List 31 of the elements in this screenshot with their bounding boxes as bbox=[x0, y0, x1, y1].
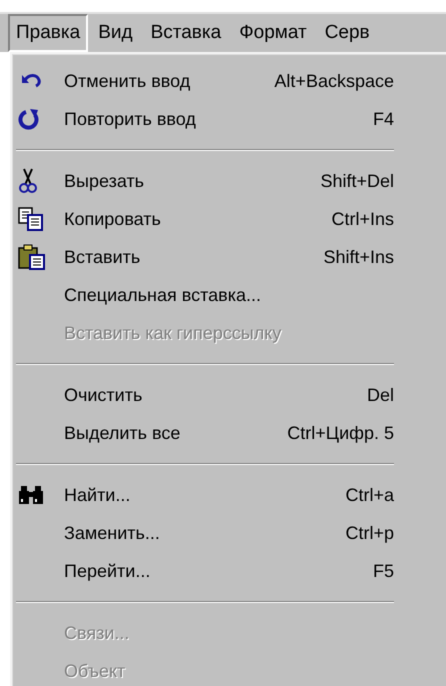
binoculars-icon bbox=[18, 485, 44, 505]
clipboard-icon bbox=[18, 244, 46, 270]
menu-item[interactable]: Заменить... Ctrl+p bbox=[16, 514, 394, 552]
menu-bar-item[interactable]: Формат bbox=[231, 14, 315, 52]
redo-arrow-icon bbox=[18, 108, 40, 130]
shortcut-label: Ctrl+Ins bbox=[331, 208, 394, 230]
shortcut-label: F4 bbox=[372, 108, 394, 130]
menu-item[interactable]: Вставить Shift+Ins bbox=[16, 238, 394, 276]
menu-item[interactable]: Вырезать Shift+Del bbox=[16, 162, 394, 200]
menu-bar-item[interactable]: Вид bbox=[90, 14, 141, 52]
shortcut-label: Del bbox=[366, 384, 394, 406]
shortcut-label: Alt+Backspace bbox=[274, 70, 394, 93]
menu-bar-item[interactable]: Серв bbox=[316, 14, 378, 52]
menu-item[interactable]: Перейти... F5 bbox=[16, 552, 394, 590]
menu-bar-item[interactable]: Правка bbox=[8, 14, 88, 52]
menu-bar-item[interactable]: Вставка bbox=[142, 14, 230, 52]
menu-item[interactable]: Очистить Del bbox=[16, 376, 394, 414]
copy-pages-icon bbox=[18, 207, 44, 231]
menu-item[interactable]: Повторить ввод F4 bbox=[16, 100, 394, 138]
scissors-icon bbox=[18, 168, 38, 194]
menu-item[interactable]: Копировать Ctrl+Ins bbox=[16, 200, 394, 238]
shortcut-label: Ctrl+Цифр. 5 bbox=[287, 422, 394, 445]
shortcut-label: Ctrl+p bbox=[345, 522, 394, 545]
menu-item[interactable]: Выделить все Ctrl+Цифр. 5 bbox=[16, 414, 394, 452]
shortcut-label: F5 bbox=[372, 560, 394, 582]
menu-item[interactable]: Отменить ввод Alt+Backspace bbox=[16, 62, 394, 100]
shortcut-label: Ctrl+a bbox=[345, 484, 394, 506]
shortcut-label: Shift+Del bbox=[320, 170, 394, 192]
menu-item[interactable]: Специальная вставка... bbox=[16, 276, 394, 314]
shortcut-label: Shift+Ins bbox=[323, 246, 394, 268]
menu-item[interactable]: Найти... Ctrl+a bbox=[16, 476, 394, 514]
